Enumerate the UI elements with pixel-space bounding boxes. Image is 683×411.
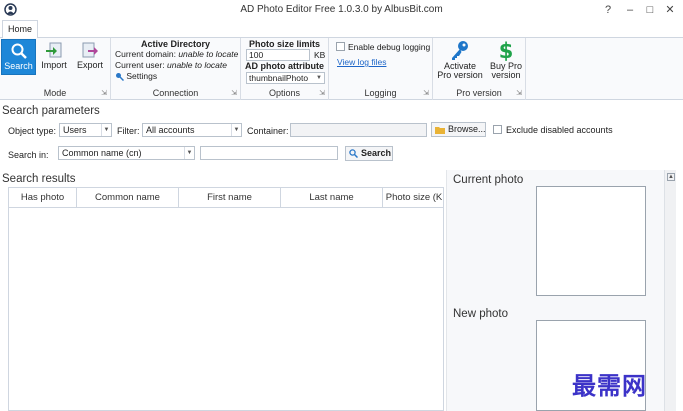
filter-value: All accounts [146,125,195,135]
ribbon-group-pro: Activate Pro version $ Buy Pro version P… [433,38,526,100]
photo-attribute-select[interactable]: thumbnailPhoto ▼ [246,72,325,84]
magnifier-icon [11,43,27,59]
options-group-label: Options [268,88,301,98]
ad-photo-attribute-title: AD photo attribute [245,61,324,71]
search-icon [349,149,358,159]
object-type-value: Users [63,125,87,135]
ribbon-group-connection: Active Directory Current domain: unable … [111,38,241,100]
ribbon-group-options: Photo size limits 100 KB AD photo attrib… [241,38,329,100]
exclude-disabled-label: Exclude disabled accounts [506,125,613,135]
import-icon [46,42,62,58]
minimize-button[interactable]: – [621,2,639,18]
import-label: Import [41,60,67,70]
search-in-select[interactable]: Common name (cn) ▼ [58,146,195,160]
photo-size-unit: KB [314,50,326,60]
maximize-button[interactable]: □ [641,2,659,18]
ribbon-group-logging: Enable debug logging View log files Logg… [329,38,433,100]
buy-pro-label-line2: version [491,70,521,80]
view-log-files-link[interactable]: View log files [337,57,386,67]
settings-label: Settings [126,71,158,81]
search-text-input[interactable] [200,146,338,160]
settings-button[interactable]: Settings [115,71,158,82]
current-domain-line: Current domain: unable to locate [115,49,238,59]
object-type-label: Object type: [8,126,57,136]
mode-launcher-icon[interactable]: ⇲ [101,89,107,97]
results-grid[interactable]: Has photo Common name First name Last na… [8,187,444,411]
ribbon-group-mode: Search Import Export Mode ⇲ [0,38,111,100]
search-in-label: Search in: [8,150,49,160]
current-domain-label: Current domain: [115,49,176,59]
pro-launcher-icon[interactable]: ⇲ [516,89,522,97]
folder-icon [435,126,445,134]
key-icon [452,41,468,60]
column-header-has-photo[interactable]: Has photo [9,188,77,208]
settings-icon [116,73,125,82]
photo-attribute-value: thumbnailPhoto [249,73,309,83]
column-header-common-name[interactable]: Common name [77,188,179,208]
browse-label: Browse... [448,124,486,134]
ribbon: Search Import Export Mode ⇲ Active Direc… [0,38,683,100]
window-title: AD Photo Editor Free 1.0.3.0 by AlbusBit… [240,4,443,15]
buy-pro-button[interactable]: $ Buy Pro version [488,38,524,80]
object-type-select[interactable]: Users ▼ [59,123,112,137]
svg-text:$: $ [499,39,514,61]
current-photo-title: Current photo [453,174,524,186]
current-user-value: unable to locate [166,60,228,70]
vertical-scrollbar[interactable]: ▲ [664,170,676,411]
browse-button[interactable]: Browse... [431,122,486,137]
search-parameters-title: Search parameters [2,105,100,117]
photo-size-input[interactable]: 100 [246,49,310,61]
logging-launcher-icon[interactable]: ⇲ [423,89,429,97]
scroll-up-arrow-icon[interactable]: ▲ [667,173,675,181]
column-header-first-name[interactable]: First name [179,188,281,208]
current-domain-value: unable to locate [178,49,239,59]
current-photo-box [536,186,646,296]
options-launcher-icon[interactable]: ⇲ [319,89,325,97]
new-photo-title: New photo [453,308,508,320]
filter-label: Filter: [117,126,140,136]
logging-group-label: Logging [364,88,397,98]
watermark-text: 最需网 [572,372,647,400]
chevron-down-icon: ▼ [231,124,241,136]
debug-logging-checkbox[interactable] [336,42,345,51]
search-button[interactable]: Search [345,146,393,161]
activate-label-line2: Pro version [437,70,483,80]
container-input[interactable] [290,123,427,137]
connection-launcher-icon[interactable]: ⇲ [231,89,237,97]
import-button[interactable]: Import [38,39,70,75]
title-bar: AD Photo Editor Free 1.0.3.0 by AlbusBit… [0,0,683,20]
photo-size-limits-title: Photo size limits [248,39,320,49]
exclude-disabled-checkbox[interactable] [493,125,502,134]
column-header-last-name[interactable]: Last name [281,188,383,208]
chevron-down-icon: ▼ [101,124,111,136]
search-button-label: Search [361,148,392,158]
help-button[interactable]: ? [599,2,617,18]
pro-group-label: Pro version [456,88,502,98]
search-mode-button[interactable]: Search [1,39,36,75]
mode-group-label: Mode [43,88,67,98]
close-button[interactable]: ✕ [661,2,679,18]
activate-pro-button[interactable]: Activate Pro version [436,38,484,80]
chevron-down-icon: ▼ [184,147,194,159]
debug-logging-label: Enable debug logging [348,42,431,52]
current-user-label: Current user: [115,60,165,70]
dollar-icon: $ [499,39,514,61]
search-mode-label: Search [4,61,33,71]
export-button[interactable]: Export [73,39,107,75]
export-icon [82,42,98,58]
results-grid-header: Has photo Common name First name Last na… [9,188,443,208]
ribbon-tab-strip: Home [0,20,683,39]
active-directory-title: Active Directory [140,39,211,49]
search-in-value: Common name (cn) [62,148,142,158]
container-label: Container: [247,126,289,136]
filter-select[interactable]: All accounts ▼ [142,123,242,137]
connection-group-label: Connection [152,88,199,98]
chevron-down-icon: ▼ [316,75,322,81]
search-results-title: Search results [2,173,76,185]
export-label: Export [76,60,103,70]
tab-home[interactable]: Home [2,20,38,39]
column-header-photo-size[interactable]: Photo size (K [383,188,445,208]
current-user-line: Current user: unable to locate [115,60,227,70]
